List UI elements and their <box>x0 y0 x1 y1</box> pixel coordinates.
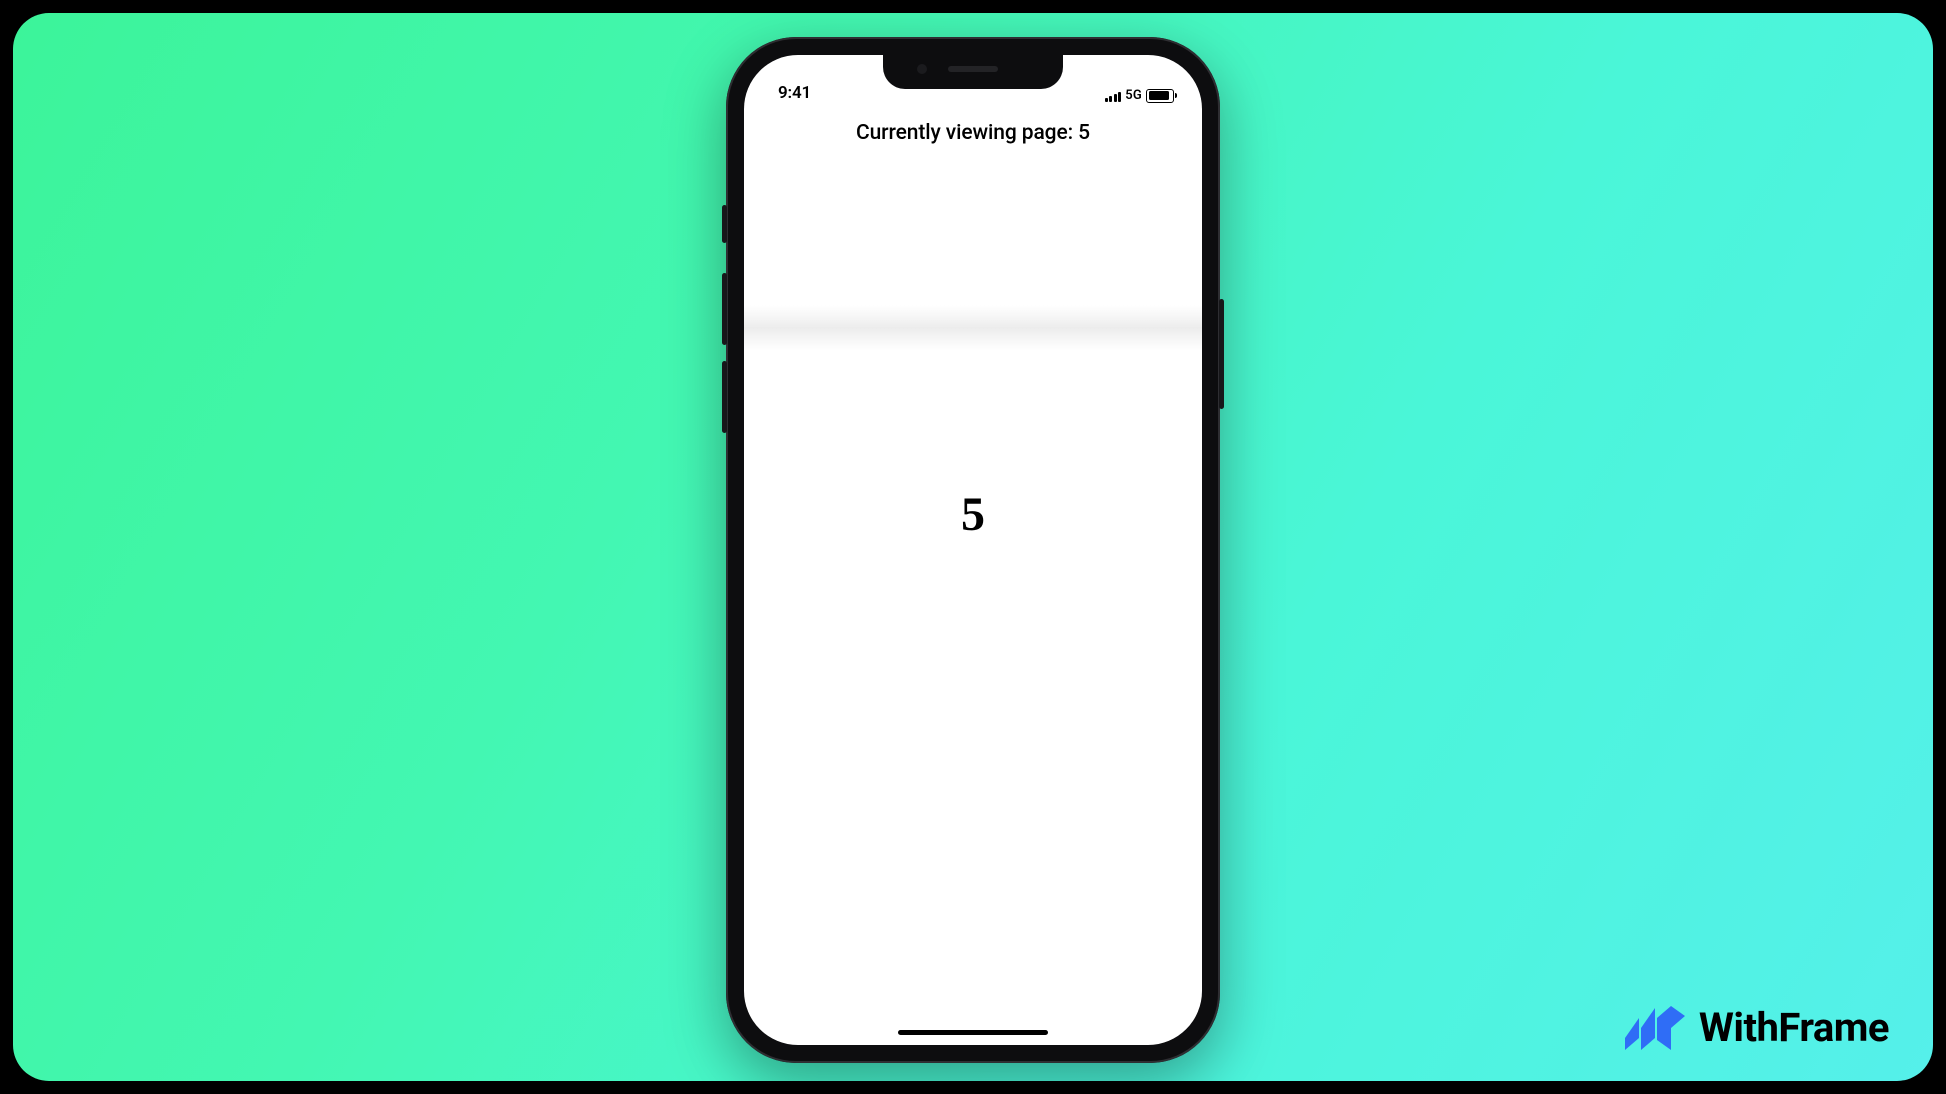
network-type: 5G <box>1125 88 1142 103</box>
device-screen: 9:41 5G Currently viewing page: 5 5 <box>744 55 1202 1045</box>
notch-speaker <box>948 66 998 72</box>
promo-card: 9:41 5G Currently viewing page: 5 5 <box>13 13 1933 1081</box>
battery-icon <box>1146 89 1174 103</box>
home-indicator[interactable] <box>898 1030 1048 1035</box>
cellular-signal-icon <box>1105 90 1122 102</box>
notch-camera <box>917 64 927 74</box>
device-notch <box>883 55 1063 89</box>
withframe-logo-text: WithFrame <box>1699 1004 1889 1051</box>
status-indicators: 5G <box>1105 88 1174 103</box>
device-power-button <box>1219 299 1224 409</box>
page-number[interactable]: 5 <box>744 487 1202 542</box>
withframe-watermark: WithFrame <box>1625 1004 1889 1051</box>
status-time: 9:41 <box>778 83 838 103</box>
iphone-device-frame: 9:41 5G Currently viewing page: 5 5 <box>726 37 1220 1063</box>
withframe-logo-icon <box>1625 1006 1685 1050</box>
device-volume-down-button <box>722 361 727 433</box>
page-divider-shadow <box>744 305 1202 351</box>
app-content: Currently viewing page: 5 5 <box>744 109 1202 1045</box>
page-title: Currently viewing page: 5 <box>744 109 1202 145</box>
device-volume-up-button <box>722 273 727 345</box>
device-side-button <box>722 205 727 243</box>
